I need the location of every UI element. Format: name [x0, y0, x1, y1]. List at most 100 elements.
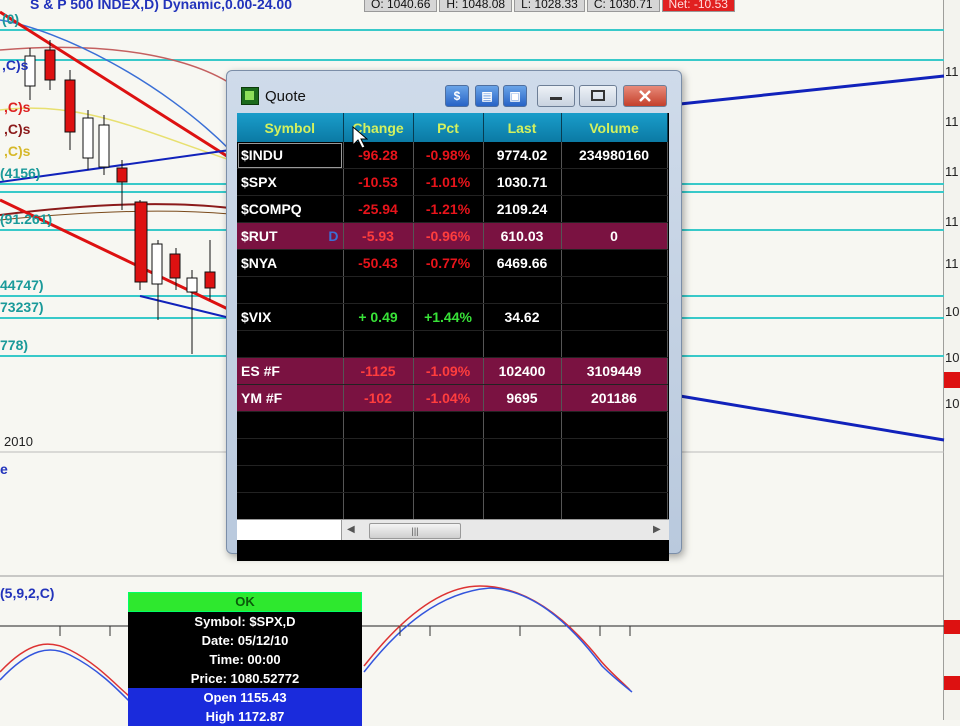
quote-title-bar[interactable]: Quote [241, 87, 306, 105]
quote-cell-change[interactable] [343, 276, 414, 304]
col-header-symbol[interactable]: Symbol [237, 113, 344, 142]
quote-cell-change[interactable] [343, 330, 414, 358]
quote-cell-symbol[interactable]: $NYA [237, 249, 344, 277]
quote-row[interactable] [237, 492, 668, 520]
quote-cell-symbol[interactable]: $COMPQ [237, 195, 344, 223]
quote-cell-last[interactable] [483, 438, 562, 466]
quote-cell-last[interactable] [483, 330, 562, 358]
quote-grid[interactable]: Symbol Change Pct Last Volume $INDU -96.2… [237, 113, 669, 561]
quote-window[interactable]: Quote $ ▤ ▣ Symbol Change Pct Last Volum… [226, 70, 682, 561]
quote-row[interactable] [237, 330, 668, 358]
scroll-right-icon[interactable]: ▶ [653, 524, 661, 535]
quote-row[interactable]: $INDU -96.28 -0.98% 9774.02 234980160 [237, 142, 668, 169]
quote-cell-volume[interactable] [561, 249, 668, 277]
quote-cell-pct[interactable]: -1.21% [413, 195, 484, 223]
settings-icon[interactable]: ▣ [503, 85, 527, 107]
quote-cell-last[interactable] [483, 276, 562, 304]
quote-row[interactable] [237, 276, 668, 304]
quote-cell-pct[interactable] [413, 330, 484, 358]
quote-cell-pct[interactable]: -0.96% [413, 222, 484, 250]
minimize-button[interactable] [537, 85, 575, 107]
quote-cell-pct[interactable] [413, 465, 484, 493]
quote-cell-pct[interactable]: -1.01% [413, 168, 484, 196]
quote-cell-last[interactable]: 610.03 [483, 222, 562, 250]
quote-cell-last[interactable] [483, 465, 562, 493]
col-header-pct[interactable]: Pct [413, 113, 484, 142]
quote-cell-volume[interactable] [561, 411, 668, 439]
quote-cell-symbol[interactable] [237, 276, 344, 304]
scroll-left-icon[interactable]: ◀ [347, 524, 355, 535]
quote-row[interactable]: $VIX + 0.49 +1.44% 34.62 [237, 303, 668, 331]
quote-cell-change[interactable] [343, 438, 414, 466]
scroll-thumb[interactable]: ||| [369, 523, 461, 539]
quote-cell-change[interactable]: -50.43 [343, 249, 414, 277]
layout-icon[interactable]: ▤ [475, 85, 499, 107]
quote-cell-pct[interactable]: -1.09% [413, 357, 484, 385]
quote-cell-symbol[interactable]: YM #F [237, 384, 344, 412]
quote-cell-symbol[interactable]: $RUT D [237, 222, 344, 250]
quote-cell-change[interactable]: -10.53 [343, 168, 414, 196]
quote-cell-last[interactable]: 2109.24 [483, 195, 562, 223]
quote-cell-volume[interactable] [561, 168, 668, 196]
symbol-entry-cell[interactable] [237, 520, 342, 540]
symbol-lookup-icon[interactable]: $ [445, 85, 469, 107]
quote-row[interactable] [237, 411, 668, 439]
quote-cell-last[interactable]: 102400 [483, 357, 562, 385]
quote-row[interactable]: $SPX -10.53 -1.01% 1030.71 [237, 168, 668, 196]
quote-cell-pct[interactable] [413, 411, 484, 439]
maximize-button[interactable] [579, 85, 617, 107]
quote-cell-volume[interactable]: 201186 [561, 384, 668, 412]
quote-cell-last[interactable]: 1030.71 [483, 168, 562, 196]
quote-cell-pct[interactable] [413, 276, 484, 304]
quote-cell-volume[interactable] [561, 492, 668, 520]
quote-cell-symbol[interactable] [237, 465, 344, 493]
quote-cell-symbol[interactable]: $SPX [237, 168, 344, 196]
quote-cell-symbol[interactable]: $VIX [237, 303, 344, 331]
col-header-last[interactable]: Last [483, 113, 562, 142]
quote-cell-volume[interactable] [561, 276, 668, 304]
horizontal-scrollbar[interactable]: ◀ ||| ▶ [237, 519, 669, 540]
quote-row[interactable]: $RUT D -5.93 -0.96% 610.03 0 [237, 222, 668, 250]
quote-cell-change[interactable]: + 0.49 [343, 303, 414, 331]
quote-cell-change[interactable]: -102 [343, 384, 414, 412]
quote-cell-change[interactable]: -25.94 [343, 195, 414, 223]
quote-cell-last[interactable]: 34.62 [483, 303, 562, 331]
quote-row[interactable]: YM #F -102 -1.04% 9695 201186 [237, 384, 668, 412]
quote-row[interactable]: ES #F -1125 -1.09% 102400 3109449 [237, 357, 668, 385]
quote-cell-last[interactable]: 9695 [483, 384, 562, 412]
quote-cell-volume[interactable] [561, 195, 668, 223]
quote-cell-pct[interactable]: -0.77% [413, 249, 484, 277]
quote-cell-change[interactable] [343, 411, 414, 439]
quote-cell-symbol[interactable]: ES #F [237, 357, 344, 385]
quote-cell-change[interactable] [343, 492, 414, 520]
quote-cell-volume[interactable] [561, 465, 668, 493]
quote-cell-change[interactable]: -1125 [343, 357, 414, 385]
quote-cell-volume[interactable] [561, 438, 668, 466]
quote-cell-symbol[interactable] [237, 438, 344, 466]
quote-cell-last[interactable] [483, 492, 562, 520]
quote-cell-pct[interactable] [413, 438, 484, 466]
quote-cell-symbol[interactable] [237, 411, 344, 439]
quote-cell-symbol[interactable]: $INDU [237, 142, 344, 169]
quote-cell-volume[interactable]: 0 [561, 222, 668, 250]
quote-cell-symbol[interactable] [237, 330, 344, 358]
quote-cell-pct[interactable]: -0.98% [413, 142, 484, 169]
quote-cell-symbol[interactable] [237, 492, 344, 520]
quote-cell-last[interactable]: 6469.66 [483, 249, 562, 277]
quote-cell-last[interactable]: 9774.02 [483, 142, 562, 169]
close-button[interactable] [623, 85, 667, 107]
quote-row[interactable] [237, 465, 668, 493]
quote-row[interactable] [237, 438, 668, 466]
quote-cell-last[interactable] [483, 411, 562, 439]
quote-cell-change[interactable]: -5.93 [343, 222, 414, 250]
quote-cell-pct[interactable]: +1.44% [413, 303, 484, 331]
col-header-volume[interactable]: Volume [561, 113, 668, 142]
quote-row[interactable]: $NYA -50.43 -0.77% 6469.66 [237, 249, 668, 277]
quote-cell-volume[interactable] [561, 330, 668, 358]
quote-cell-pct[interactable] [413, 492, 484, 520]
quote-cell-change[interactable] [343, 465, 414, 493]
quote-cell-volume[interactable] [561, 303, 668, 331]
quote-row[interactable]: $COMPQ -25.94 -1.21% 2109.24 [237, 195, 668, 223]
tooltip-ok-button[interactable]: OK [128, 592, 362, 612]
quote-cell-volume[interactable]: 3109449 [561, 357, 668, 385]
